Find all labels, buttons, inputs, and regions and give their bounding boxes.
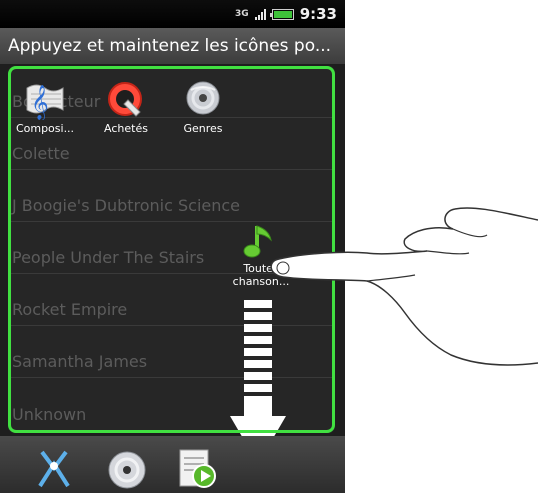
list-item-label: People Under The Stairs bbox=[12, 248, 205, 267]
status-bar: 3G 9:33 bbox=[0, 0, 345, 28]
tab-albums[interactable] bbox=[105, 446, 149, 490]
playlists-icon bbox=[179, 449, 216, 488]
list-item-label: Unknown bbox=[12, 405, 87, 424]
artists-icon bbox=[38, 450, 70, 488]
hand-gesture-icon bbox=[270, 207, 538, 366]
slot-label: Composi... bbox=[15, 122, 75, 135]
battery-icon bbox=[269, 8, 294, 20]
list-item-label: J Boogie's Dubtronic Science bbox=[12, 196, 241, 215]
drop-slot-genres[interactable]: Genres bbox=[170, 78, 236, 135]
slot-label: Genres bbox=[183, 122, 223, 135]
page-title: Appuyez et maintenez les icônes po... bbox=[8, 36, 332, 56]
albums-icon bbox=[108, 451, 146, 489]
svg-text:𝄞: 𝄞 bbox=[31, 85, 49, 120]
title-bar: Appuyez et maintenez les icônes po... bbox=[0, 28, 345, 64]
genres-icon bbox=[186, 81, 220, 115]
network-type: 3G bbox=[235, 8, 249, 19]
drop-slot-composers[interactable]: 𝄞 Composi... bbox=[12, 78, 78, 135]
bottom-tab-bar bbox=[0, 436, 345, 493]
purchased-icon bbox=[108, 82, 142, 117]
composer-icon: 𝄞 bbox=[26, 84, 64, 120]
list-item-label: Colette bbox=[12, 144, 70, 163]
tab-playlists[interactable] bbox=[176, 446, 220, 490]
list-item-label: Samantha James bbox=[12, 352, 148, 371]
list-item-label: Rocket Empire bbox=[12, 300, 128, 319]
clock: 9:33 bbox=[299, 5, 337, 23]
slot-label: Achetés bbox=[104, 122, 148, 135]
signal-icon bbox=[254, 8, 266, 20]
drop-slot-purchased[interactable]: Achetés bbox=[93, 78, 159, 135]
tab-artists[interactable] bbox=[32, 446, 76, 490]
